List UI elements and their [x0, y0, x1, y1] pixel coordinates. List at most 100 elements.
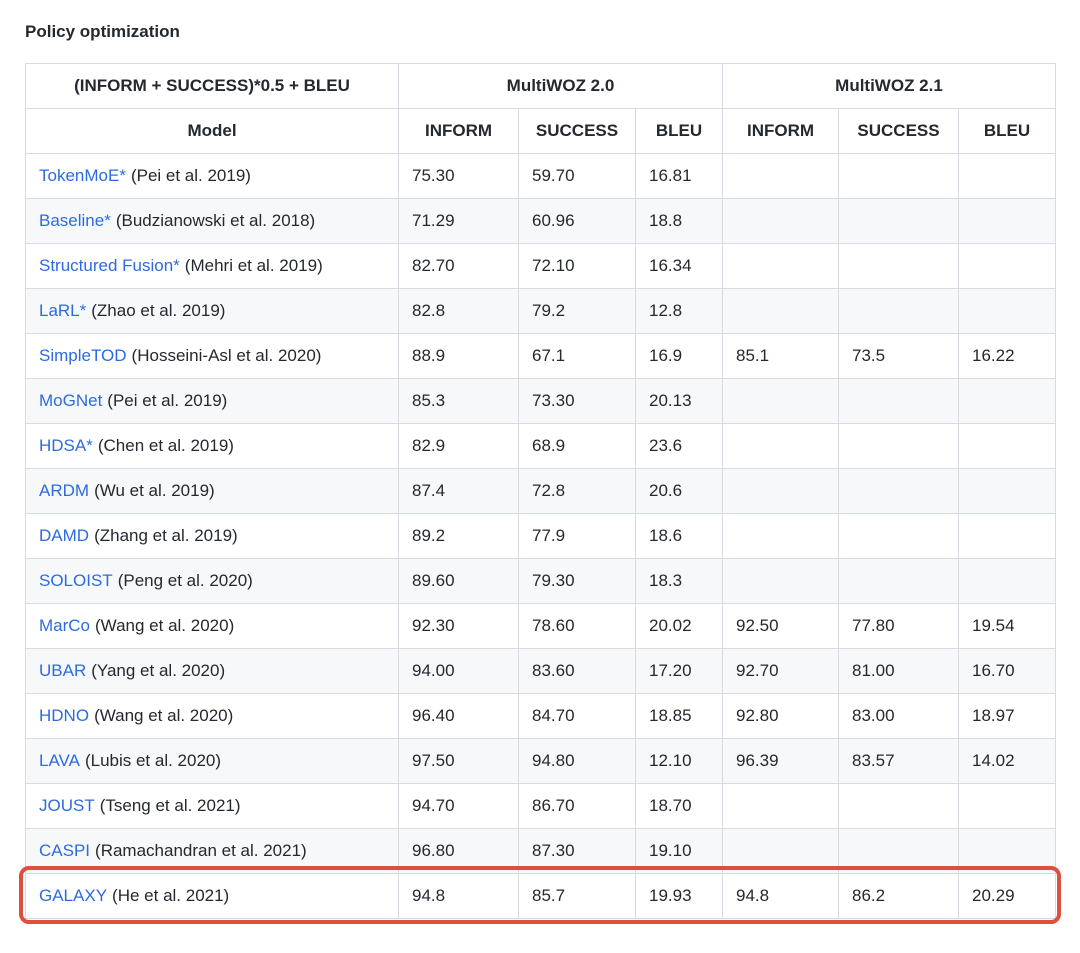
metric-cell: 75.30 — [399, 154, 519, 199]
table-row: Structured Fusion*(Mehri et al. 2019) 82… — [26, 244, 1056, 289]
model-cell: Structured Fusion*(Mehri et al. 2019) — [26, 244, 399, 289]
model-citation: (Pei et al. 2019) — [131, 166, 251, 185]
table-body: TokenMoE* (Pei et al. 2019) 75.30 59.70 1… — [26, 154, 1056, 919]
model-link[interactable]: UBAR — [39, 661, 86, 680]
model-link[interactable]: LaRL* — [39, 301, 86, 320]
model-cell: DAMD(Zhang et al. 2019) — [26, 514, 399, 559]
metric-cell — [723, 469, 839, 514]
metric-cell: 94.80 — [519, 739, 636, 784]
metric-cell: 97.50 — [399, 739, 519, 784]
metric-cell: 89.2 — [399, 514, 519, 559]
metric-cell — [839, 154, 959, 199]
metric-cell: 81.00 — [839, 649, 959, 694]
metric-cell: 18.70 — [636, 784, 723, 829]
table-row: MoGNet(Pei et al. 2019) 85.3 73.30 20.13 — [26, 379, 1056, 424]
metric-cell: 85.1 — [723, 334, 839, 379]
metric-cell: 92.70 — [723, 649, 839, 694]
model-link[interactable]: MarCo — [39, 616, 90, 635]
model-link[interactable]: DAMD — [39, 526, 89, 545]
model-cell: HDNO(Wang et al. 2020) — [26, 694, 399, 739]
metric-cell: 88.9 — [399, 334, 519, 379]
metric-cell — [959, 424, 1056, 469]
metric-cell — [723, 559, 839, 604]
metric-cell: 17.20 — [636, 649, 723, 694]
metric-cell: 59.70 — [519, 154, 636, 199]
model-link[interactable]: LAVA — [39, 751, 80, 770]
metric-cell: 23.6 — [636, 424, 723, 469]
model-cell: MarCo(Wang et al. 2020) — [26, 604, 399, 649]
metric-cell: 16.9 — [636, 334, 723, 379]
model-link[interactable]: SimpleTOD — [39, 346, 127, 365]
benchmark-header-multiwoz-2-1: MultiWOZ 2.1 — [723, 64, 1056, 109]
table-row: MarCo(Wang et al. 2020) 92.30 78.60 20.0… — [26, 604, 1056, 649]
table-row: SOLOIST(Peng et al. 2020) 89.60 79.30 18… — [26, 559, 1056, 604]
metric-cell: 20.6 — [636, 469, 723, 514]
metric-cell — [959, 379, 1056, 424]
model-citation: (Chen et al. 2019) — [98, 436, 234, 455]
metric-cell — [723, 514, 839, 559]
metric-cell — [959, 289, 1056, 334]
model-citation: (Ramachandran et al. 2021) — [95, 841, 307, 860]
metric-cell: 14.02 — [959, 739, 1056, 784]
metric-cell: 16.70 — [959, 649, 1056, 694]
metric-cell — [723, 424, 839, 469]
metric-cell: 94.00 — [399, 649, 519, 694]
metric-cell — [839, 514, 959, 559]
metric-cell — [723, 199, 839, 244]
metric-cell: 94.8 — [399, 874, 519, 919]
model-link[interactable]: GALAXY — [39, 886, 107, 905]
metric-cell: 79.30 — [519, 559, 636, 604]
score-formula-header: (INFORM + SUCCESS)*0.5 + BLEU — [26, 64, 399, 109]
metric-cell: 82.9 — [399, 424, 519, 469]
model-citation: (Hosseini-Asl et al. 2020) — [132, 346, 322, 365]
table-row: GALAXY(He et al. 2021) 94.8 85.7 19.93 9… — [26, 874, 1056, 919]
metric-cell: 96.80 — [399, 829, 519, 874]
model-cell: JOUST(Tseng et al. 2021) — [26, 784, 399, 829]
model-link[interactable]: CASPI — [39, 841, 90, 860]
metric-cell: 20.13 — [636, 379, 723, 424]
model-link[interactable]: TokenMoE* — [39, 166, 126, 185]
metric-cell: 92.50 — [723, 604, 839, 649]
leaderboard: (INFORM + SUCCESS)*0.5 + BLEU MultiWOZ 2… — [25, 63, 1055, 919]
metric-cell: 18.85 — [636, 694, 723, 739]
model-link[interactable]: JOUST — [39, 796, 95, 815]
model-link[interactable]: ARDM — [39, 481, 89, 500]
metric-cell: 78.60 — [519, 604, 636, 649]
metric-cell: 12.10 — [636, 739, 723, 784]
metric-cell: 18.6 — [636, 514, 723, 559]
model-link[interactable]: HDNO — [39, 706, 89, 725]
metric-cell: 86.70 — [519, 784, 636, 829]
model-link[interactable]: Baseline* — [39, 211, 111, 230]
model-link[interactable]: Structured Fusion* — [39, 256, 180, 275]
metric-cell: 60.96 — [519, 199, 636, 244]
metric-cell: 16.22 — [959, 334, 1056, 379]
model-citation: (Wu et al. 2019) — [94, 481, 215, 500]
metric-cell: 19.10 — [636, 829, 723, 874]
success-column-header-2-1: SUCCESS — [839, 109, 959, 154]
model-citation: (Zhao et al. 2019) — [91, 301, 225, 320]
model-cell: CASPI (Ramachandran et al. 2021) — [26, 829, 399, 874]
metric-cell: 73.30 — [519, 379, 636, 424]
metric-cell — [959, 829, 1056, 874]
metric-cell: 87.30 — [519, 829, 636, 874]
model-link[interactable]: SOLOIST — [39, 571, 113, 590]
model-link[interactable]: HDSA* — [39, 436, 93, 455]
metric-cell: 89.60 — [399, 559, 519, 604]
metric-cell — [723, 379, 839, 424]
metric-cell — [723, 244, 839, 289]
model-link[interactable]: MoGNet — [39, 391, 102, 410]
metric-cell: 72.8 — [519, 469, 636, 514]
metric-cell: 68.9 — [519, 424, 636, 469]
metric-cell: 86.2 — [839, 874, 959, 919]
table-row: CASPI (Ramachandran et al. 2021) 96.80 87… — [26, 829, 1056, 874]
table-row: HDSA* (Chen et al. 2019) 82.9 68.9 23.6 — [26, 424, 1056, 469]
metric-cell — [839, 829, 959, 874]
column-header-row: Model INFORM SUCCESS BLEU INFORM SUCCESS… — [26, 109, 1056, 154]
metric-cell: 77.80 — [839, 604, 959, 649]
model-cell: HDSA* (Chen et al. 2019) — [26, 424, 399, 469]
metric-cell: 96.39 — [723, 739, 839, 784]
metric-cell: 85.7 — [519, 874, 636, 919]
model-cell: MoGNet(Pei et al. 2019) — [26, 379, 399, 424]
model-cell: SOLOIST(Peng et al. 2020) — [26, 559, 399, 604]
metric-cell: 16.34 — [636, 244, 723, 289]
